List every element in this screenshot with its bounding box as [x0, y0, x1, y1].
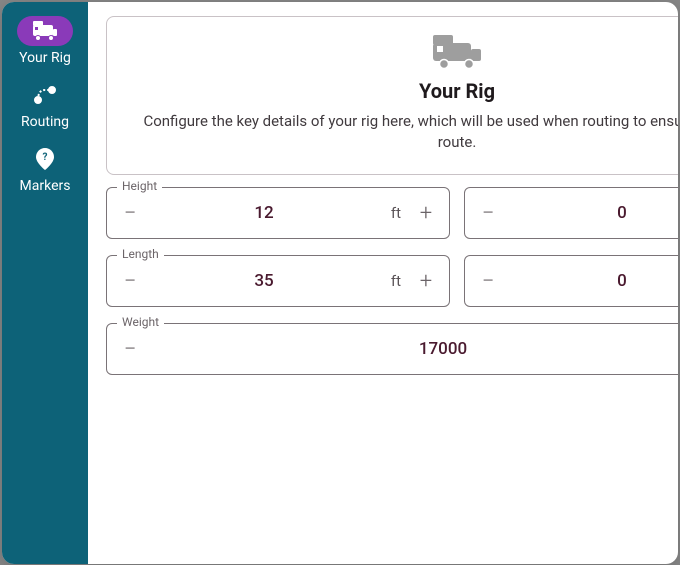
sidebar-item-label: Routing — [21, 114, 69, 130]
minus-icon[interactable]: − — [465, 188, 511, 238]
sidebar-item-markers[interactable]: ? Markers — [17, 144, 73, 194]
minus-icon[interactable]: − — [107, 256, 153, 306]
sidebar-item-label: Markers — [20, 178, 71, 194]
minus-icon[interactable]: − — [465, 256, 511, 306]
length-ft-input[interactable] — [153, 271, 375, 291]
sidebar-item-routing[interactable]: Routing — [17, 80, 73, 130]
minus-icon[interactable]: − — [107, 188, 153, 238]
marker-icon: ? — [17, 144, 73, 174]
plus-icon[interactable]: + — [403, 256, 449, 306]
field-legend: Height — [117, 179, 162, 193]
length-in-field: − in + — [464, 255, 678, 307]
hero-description: Configure the key details of your rig he… — [137, 111, 678, 155]
dialog-footer: Close — [106, 510, 678, 554]
field-legend: Weight — [117, 315, 164, 329]
field-legend: Length — [117, 247, 164, 261]
unit-label: ft — [375, 272, 403, 290]
length-row: Length − ft + − in + — [106, 255, 678, 307]
plus-icon[interactable]: + — [403, 188, 449, 238]
height-ft-field: Height − ft + — [106, 187, 450, 239]
length-in-input[interactable] — [511, 271, 678, 291]
weight-input[interactable] — [153, 339, 678, 359]
hero-card: Your Rig Configure the key details of yo… — [106, 16, 678, 176]
svg-text:?: ? — [43, 152, 48, 163]
form-area: Height − ft + − in + Length − — [106, 187, 678, 375]
height-in-field: − in + — [464, 187, 678, 239]
sidebar-item-label: Your Rig — [19, 50, 71, 66]
weight-field: Weight − lbs + — [106, 323, 678, 375]
main-panel: Your Rig Configure the key details of yo… — [88, 2, 678, 564]
length-ft-field: Length − ft + — [106, 255, 450, 307]
sidebar-item-your-rig[interactable]: Your Rig — [17, 16, 73, 66]
rv-icon — [17, 16, 73, 46]
weight-row: Weight − lbs + — [106, 323, 678, 375]
unit-label: ft — [375, 204, 403, 222]
settings-dialog: Your Rig Routing ? Markers — [2, 2, 678, 564]
hero-title: Your Rig — [419, 79, 495, 103]
sidebar: Your Rig Routing ? Markers — [2, 2, 88, 564]
route-icon — [17, 80, 73, 110]
height-row: Height − ft + − in + — [106, 187, 678, 239]
minus-icon[interactable]: − — [107, 324, 153, 374]
height-in-input[interactable] — [511, 203, 678, 223]
rv-icon — [431, 33, 483, 73]
height-ft-input[interactable] — [153, 203, 375, 223]
